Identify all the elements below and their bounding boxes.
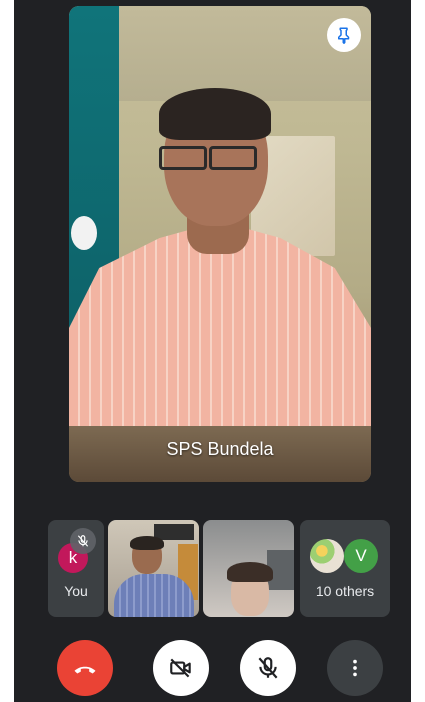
more-options-button[interactable] (327, 640, 383, 696)
others-tile[interactable]: V 10 others (300, 520, 390, 617)
participant-shirt (114, 574, 194, 617)
wall-decoration (71, 216, 97, 250)
others-count-label: 10 others (315, 583, 375, 599)
camera-off-icon (170, 658, 191, 678)
pin-icon (338, 27, 350, 44)
meeting-screen: SPS Bundela k You V 10 others (14, 0, 411, 702)
phone-hangup-icon (74, 666, 96, 674)
mic-off-icon (258, 657, 278, 679)
participant-hair (227, 562, 273, 582)
pin-button[interactable] (327, 18, 361, 52)
end-call-button[interactable] (57, 640, 113, 696)
more-vert-icon (353, 659, 357, 677)
pinned-participant-tile[interactable]: SPS Bundela (69, 6, 371, 482)
participant-video-tile[interactable] (108, 520, 199, 617)
camera-toggle-button[interactable] (153, 640, 209, 696)
muted-badge (70, 528, 96, 554)
participant-name: SPS Bundela (166, 439, 274, 459)
microphone-toggle-button[interactable] (240, 640, 296, 696)
participant-photo-avatar (310, 539, 344, 573)
mic-off-icon (77, 535, 89, 547)
self-label: You (64, 583, 88, 599)
self-view-tile[interactable]: k You (48, 520, 104, 617)
participant-video-tile[interactable] (203, 520, 294, 617)
participant-hair (159, 88, 271, 140)
participant-avatar: V (344, 539, 378, 573)
participant-hair (130, 536, 164, 550)
participant-glasses (153, 146, 263, 170)
